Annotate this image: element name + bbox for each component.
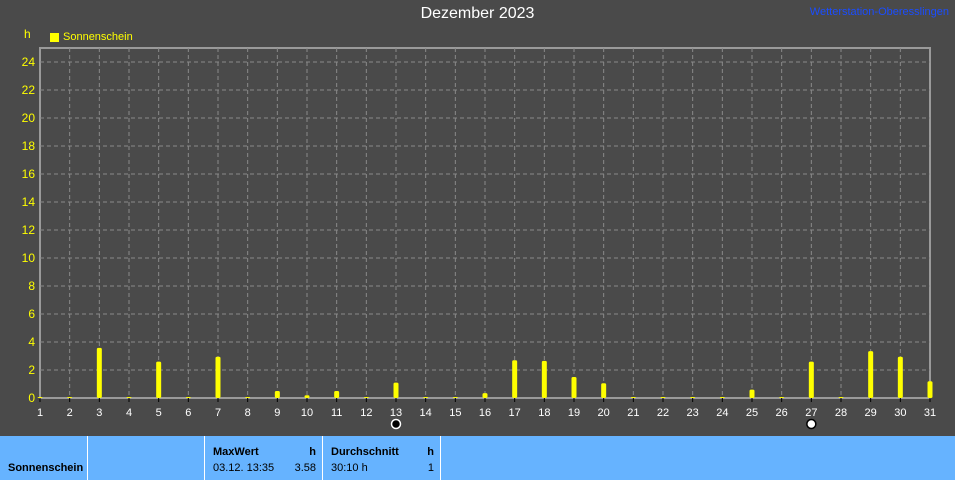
sunshine-chart: 0246810121416182022241 2 3 4 5 6 7 8 9 10 11 12 13 14… [22, 47, 936, 430]
x-tick-label: 18 [538, 407, 550, 419]
bar [482, 393, 488, 398]
bar [423, 397, 429, 398]
bar [452, 397, 458, 398]
x-tick-label: 6 [185, 407, 191, 419]
y-tick-label: 22 [22, 83, 36, 97]
bar [512, 360, 518, 398]
bar [185, 397, 191, 398]
bar [363, 397, 369, 398]
x-tick-label: 22 [657, 407, 669, 419]
bar [304, 395, 310, 398]
bar [808, 361, 814, 398]
x-tick-label: 11 [331, 407, 342, 419]
moon-phase-icon [806, 418, 817, 430]
max-value: 3.58 [294, 462, 316, 474]
x-tick-label: 27 [805, 407, 817, 419]
x-tick-label: 25 [746, 407, 758, 419]
y-tick-label: 16 [22, 167, 36, 181]
x-tick-label: 23 [687, 407, 699, 419]
y-axis-unit: h [24, 27, 31, 41]
x-tick-label: 15 [449, 407, 461, 419]
y-tick-label: 2 [28, 363, 35, 377]
x-tick-label: 4 [126, 407, 132, 419]
x-tick-label: 30 [894, 407, 906, 419]
summary-label-cell: Sonnenschein [0, 436, 88, 480]
max-time: 03.12. 13:35 [213, 462, 275, 474]
x-tick-label: 24 [716, 407, 728, 419]
avg-count: 1 [427, 462, 434, 474]
x-tick-label: 19 [568, 407, 580, 419]
bar [245, 397, 251, 398]
bar [749, 389, 755, 398]
bar [897, 356, 903, 398]
x-tick-label: 10 [301, 407, 313, 419]
x-tick-label: 17 [509, 407, 521, 419]
bar [719, 397, 725, 398]
bar [601, 383, 607, 398]
moon-phase-icon [390, 418, 402, 430]
bar [838, 397, 844, 398]
y-tick-label: 4 [28, 335, 35, 349]
bar [126, 397, 132, 398]
bar [37, 397, 43, 398]
y-tick-label: 0 [28, 391, 35, 405]
bar [927, 381, 933, 398]
x-tick-label: 14 [420, 407, 432, 419]
x-tick-label: 29 [865, 407, 877, 419]
y-tick-label: 24 [22, 55, 36, 69]
legend: Sonnenschein [50, 31, 133, 43]
bar [393, 382, 399, 398]
bar [690, 397, 696, 398]
y-tick-label: 6 [28, 307, 35, 321]
bar [334, 391, 340, 398]
x-tick-label: 1 [37, 407, 43, 419]
x-tick-label: 20 [598, 407, 610, 419]
x-tick-label: 21 [627, 407, 639, 419]
bar [630, 397, 636, 398]
avg-header: Durchschnitt [331, 446, 399, 458]
x-tick-label: 28 [835, 407, 847, 419]
bar [660, 397, 666, 398]
x-tick-label: 5 [156, 407, 162, 419]
x-tick-label: 16 [479, 407, 491, 419]
bar [571, 377, 577, 398]
x-tick-label: 9 [274, 407, 280, 419]
legend-label: Sonnenschein [63, 31, 133, 43]
x-tick-label: 12 [360, 407, 372, 419]
summary-panel: Sonnenschein MaxWert h 03.12. 13:35 3.58… [0, 436, 955, 480]
x-tick-label: 3 [96, 407, 102, 419]
y-tick-label: 14 [22, 195, 36, 209]
y-tick-label: 10 [22, 251, 36, 265]
bar [156, 361, 162, 398]
x-tick-label: 13 [390, 407, 402, 419]
bar [541, 360, 547, 398]
y-tick-label: 18 [22, 139, 36, 153]
y-tick-label: 20 [22, 111, 36, 125]
y-tick-label: 12 [22, 223, 36, 237]
bar [779, 397, 785, 398]
bar [67, 397, 73, 398]
x-tick-label: 31 [924, 407, 936, 419]
bar [96, 347, 102, 398]
bar [868, 351, 874, 398]
x-tick-label: 26 [776, 407, 788, 419]
max-unit: h [309, 446, 316, 458]
summary-avg-cell: Durchschnitt h 30:10 h 1 [323, 436, 441, 480]
x-tick-label: 8 [245, 407, 251, 419]
x-tick-label: 7 [215, 407, 221, 419]
summary-empty-cell [88, 436, 205, 480]
bar [274, 391, 280, 398]
avg-unit: h [427, 446, 434, 458]
legend-swatch [50, 32, 59, 42]
bar [215, 356, 221, 398]
summary-max-cell: MaxWert h 03.12. 13:35 3.58 [205, 436, 323, 480]
y-tick-label: 8 [28, 279, 35, 293]
avg-value: 30:10 h [331, 462, 368, 474]
max-header: MaxWert [213, 446, 259, 458]
station-link[interactable]: Wetterstation-Oberesslingen [810, 6, 949, 18]
summary-row-label: Sonnenschein [8, 462, 84, 474]
x-tick-label: 2 [67, 407, 73, 419]
